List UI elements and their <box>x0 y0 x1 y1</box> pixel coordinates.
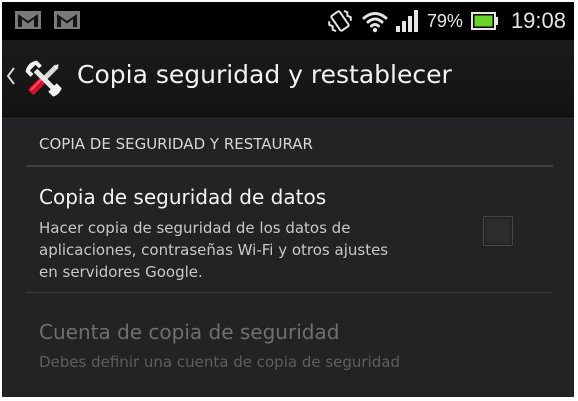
back-chevron-icon[interactable] <box>6 66 16 86</box>
backup-data-title: Copia de seguridad de datos <box>39 185 327 209</box>
battery-icon <box>470 12 498 30</box>
summary-line: Hacer copia de seguridad de los datos de <box>39 219 351 237</box>
summary-line: aplicaciones, contraseñas Wi-Fi y otros … <box>39 241 389 259</box>
signal-icon <box>395 10 418 32</box>
section-divider <box>26 165 553 167</box>
battery-percent: 79% <box>426 10 463 31</box>
action-bar: Copia seguridad y restablecer <box>2 40 574 117</box>
status-icons: 79% 19:08 <box>325 2 566 40</box>
settings-screen: 79% 19:08 Copia seguridad y restablecer … <box>2 2 574 397</box>
gmail-icon[interactable] <box>15 11 41 29</box>
vibrate-icon <box>328 9 352 33</box>
clock: 19:08 <box>510 8 566 33</box>
backup-account-summary: Debes definir una cuenta de copia de seg… <box>39 351 400 373</box>
tools-icon[interactable] <box>22 57 66 101</box>
gmail-icon[interactable] <box>54 11 80 29</box>
wifi-icon <box>362 12 388 33</box>
page-title: Copia seguridad y restablecer <box>77 60 452 89</box>
summary-line: Debes definir una cuenta de copia de seg… <box>39 353 400 371</box>
section-header: COPIA DE SEGURIDAD Y RESTAURAR <box>39 135 313 153</box>
backup-data-summary: Hacer copia de seguridad de los datos de… <box>39 217 388 283</box>
summary-line: en servidores Google. <box>39 263 203 281</box>
backup-data-checkbox[interactable] <box>483 216 513 246</box>
backup-account-title: Cuenta de copia de seguridad <box>39 320 340 344</box>
status-bar: 79% 19:08 <box>2 2 574 40</box>
item-divider <box>26 292 553 293</box>
